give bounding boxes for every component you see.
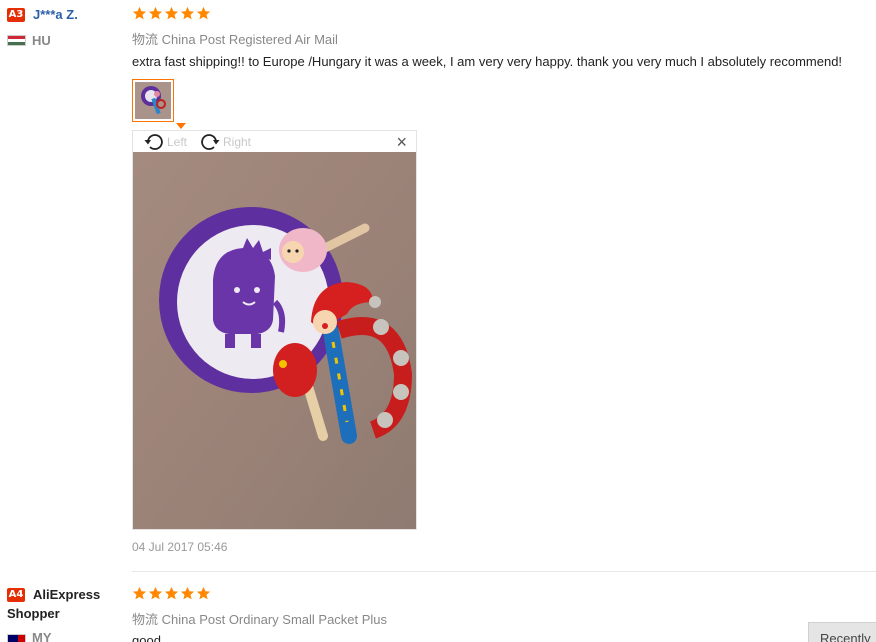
rotate-left-button[interactable]: Left — [143, 131, 187, 152]
shipping-method: 物流 China Post Ordinary Small Packet Plus — [132, 612, 388, 627]
review-photo-thumbnail[interactable] — [132, 79, 174, 122]
hungary-flag-icon — [7, 35, 26, 46]
review-item: A3 J***a Z. HU 物流 China Post Registered … — [0, 0, 876, 572]
star-rating — [132, 6, 211, 22]
malaysia-flag-icon — [7, 634, 26, 642]
photo-viewer-toolbar: Left Right × — [133, 131, 416, 152]
star-icon — [132, 6, 147, 21]
star-icon — [132, 586, 147, 601]
rotate-right-button[interactable]: Right — [199, 131, 251, 152]
review-photo — [133, 152, 416, 529]
shipping-method: 物流 China Post Registered Air Mail — [132, 32, 338, 47]
rotate-right-icon — [201, 133, 220, 150]
star-icon — [196, 6, 211, 21]
buyer-level-badge: A3 — [7, 8, 25, 22]
star-icon — [164, 6, 179, 21]
star-icon — [148, 6, 163, 21]
thumbnail-pointer — [176, 123, 186, 129]
star-icon — [196, 586, 211, 601]
photo-viewer: Left Right × — [132, 130, 417, 530]
recently-button[interactable]: Recently — [808, 622, 876, 642]
reviewer-name[interactable]: J***a Z. — [33, 7, 78, 22]
star-icon — [148, 586, 163, 601]
close-icon[interactable]: × — [396, 132, 407, 152]
review-text: good — [132, 633, 161, 642]
rotate-left-icon — [144, 133, 163, 150]
review-item: A4 AliExpress Shopper MY 物流 China Post O… — [0, 572, 876, 642]
reviewer-country: MY — [32, 630, 52, 642]
rotate-left-label: Left — [167, 134, 188, 149]
review-text: extra fast shipping!! to Europe /Hungary… — [132, 54, 843, 69]
review-date: 04 Jul 2017 05:46 — [132, 540, 228, 554]
rotate-right-label: Right — [223, 134, 252, 149]
reviewer-country: HU — [32, 33, 51, 48]
star-icon — [164, 586, 179, 601]
reviewer-name[interactable]: AliExpress Shopper — [7, 585, 117, 623]
star-rating — [132, 586, 211, 602]
star-icon — [180, 6, 195, 21]
star-icon — [180, 586, 195, 601]
